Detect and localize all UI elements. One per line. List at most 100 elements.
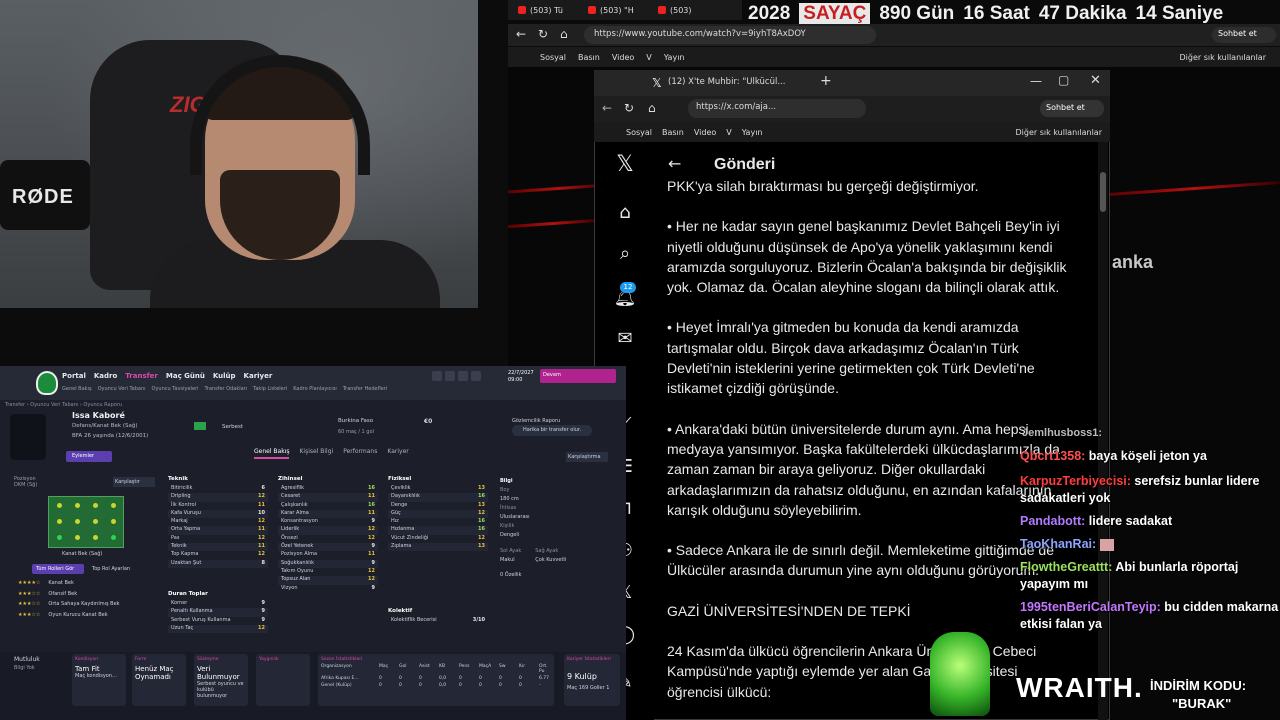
home-icon[interactable]: ⌂ (560, 27, 568, 41)
role-row[interactable]: ★★★☆☆ Oyun Kurucu Kanat Bek (16, 610, 156, 621)
popularity-card[interactable]: Yaygınlık (256, 654, 310, 706)
role-row[interactable]: ★★★☆☆ Orta Sahaya Kaydırılmış Bek (16, 599, 156, 610)
bookmark-item[interactable]: Basın (662, 128, 684, 137)
attr-value: 12 (368, 567, 375, 574)
card-sub: Maç kondisyon... (75, 673, 117, 679)
nav-kariyer[interactable]: Kariyer (244, 372, 273, 380)
bookmark-item[interactable]: Sosyal (540, 53, 566, 62)
attr-value: 12 (258, 624, 265, 631)
minimize-icon[interactable]: — (1030, 74, 1042, 88)
menu-icon[interactable] (445, 371, 455, 381)
back-arrow-icon[interactable]: ← (668, 154, 681, 173)
form-card[interactable]: Form Henüz Maç Oynamadı (132, 654, 186, 706)
help-icon[interactable] (471, 371, 481, 381)
role-row[interactable]: ★★★★☆ Kanat Bek (16, 578, 156, 589)
chat-button[interactable]: Sohbet et (1212, 27, 1276, 43)
subnav-item[interactable]: Kadro Planlayıcısı (293, 386, 337, 392)
happiness-title: Mutluluk (14, 656, 40, 663)
attr-row: Penaltı Kullanma 9 (168, 608, 268, 617)
messages-icon[interactable]: ✉ (612, 326, 638, 352)
pitch-position-dot (111, 535, 116, 540)
nav-mac-gunu[interactable]: Maç Günü (166, 372, 205, 380)
attr-row: Korner 9 (168, 600, 268, 608)
tab-performans[interactable]: Performans (343, 448, 377, 459)
tab-3[interactable]: (503) (658, 3, 692, 17)
card-value: Henüz Maç Oynamadı (135, 665, 174, 681)
contract-card[interactable]: Sözleşme Veri Bulunmuyor Serbest oyuncu ve… (194, 654, 248, 706)
x-address-input[interactable]: https://x.com/aja... (688, 99, 866, 118)
other-bookmarks[interactable]: Diğer sık kullanılanlar (1016, 128, 1103, 137)
subnav-item[interactable]: Takip Listeleri (253, 386, 287, 392)
maximize-icon[interactable]: ▢ (1058, 73, 1069, 87)
reload-icon[interactable]: ↻ (624, 101, 634, 115)
view-roles-button[interactable]: Tüm Rolleri Gör (32, 564, 84, 574)
player-portrait (10, 414, 46, 460)
stats-cell: Pens (459, 664, 470, 669)
tab-1[interactable]: (503) Tü (518, 3, 563, 17)
subnav-item[interactable]: Oyuncu Veri Tabanı (98, 386, 146, 392)
post-paragraph-gap (667, 196, 1092, 216)
x-home-logo-icon[interactable]: 𝕏 (612, 152, 638, 178)
transfer-value: €0 (424, 418, 433, 425)
tab-kisisel-bilgi[interactable]: Kişisel Bilgi (299, 448, 333, 459)
compare-button[interactable]: Karşılaştırma (566, 452, 608, 462)
tab-genel-bakis[interactable]: Genel Bakış (254, 448, 290, 459)
role-stars: ★★★☆☆ (18, 590, 41, 597)
bookmark-item[interactable]: Basın (578, 53, 600, 62)
pitch-position-dot (57, 503, 62, 508)
attr-value: 16 (368, 485, 375, 491)
subnav-item[interactable]: Transfer Hedefleri (343, 386, 387, 392)
settings-icon[interactable] (458, 371, 468, 381)
subnav-item[interactable]: Transfer Odakları (204, 386, 247, 392)
nav-portal[interactable]: Portal (62, 372, 86, 380)
attr-name: Çalışkanlık (281, 501, 308, 508)
other-bookmarks[interactable]: Diğer sık kullanılanlar (1180, 53, 1267, 62)
actions-button[interactable]: Eylemler (66, 451, 112, 462)
tab-kariyer[interactable]: Kariyer (387, 448, 408, 459)
back-icon[interactable]: ← (602, 101, 612, 115)
browser-tab-strip: (503) Tü (503) "H (503) (508, 0, 748, 20)
bookmark-item[interactable]: Video (612, 53, 634, 62)
back-icon[interactable]: ← (516, 27, 526, 41)
role-row[interactable]: ★★★☆☆ Ofansif Bek (16, 589, 156, 600)
bookmark-item[interactable]: Sosyal (626, 128, 652, 137)
bookmark-item[interactable]: V (726, 128, 731, 137)
bookmark-item[interactable]: Video (694, 128, 716, 137)
search-icon[interactable] (432, 371, 442, 381)
x-chat-button[interactable]: Sohbet et (1040, 100, 1104, 117)
bookmark-item[interactable]: Yayın (664, 53, 685, 62)
subnav-item[interactable]: Oyuncu Tavsiyeleri (152, 386, 199, 392)
continue-button[interactable]: Devam (540, 369, 616, 383)
address-input[interactable]: https://www.youtube.com/watch?v=9iyhT8Ax… (584, 26, 876, 44)
tab-2[interactable]: (503) "H (588, 3, 634, 17)
new-tab-icon[interactable]: + (820, 73, 832, 89)
x-tab-title[interactable]: (12) X'te Muhbir: "Ülkücül... (668, 77, 808, 87)
subnav-item[interactable]: Genel Bakış (62, 386, 92, 392)
bookmark-item[interactable]: Yayın (742, 128, 763, 137)
club-crest-icon[interactable] (36, 371, 58, 395)
home-icon[interactable]: ⌂ (612, 200, 638, 226)
nav-transfer[interactable]: Transfer (125, 372, 158, 380)
role-list: ★★★★☆ Kanat Bek ★★★☆☆ Ofansif Bek ★★★☆☆ Ort… (16, 578, 156, 620)
scrollbar-thumb[interactable] (1100, 172, 1106, 212)
home-icon[interactable]: ⌂ (648, 101, 656, 115)
attr-name: Hız (391, 518, 399, 525)
nav-kadro[interactable]: Kadro (94, 372, 117, 380)
condition-card[interactable]: Kondisyon Tam Fit Maç kondisyon... (72, 654, 126, 706)
stats-cell: 0 (399, 683, 402, 688)
pitch-position-dot (111, 503, 116, 508)
compare-position-button[interactable]: Karşılaştır (113, 477, 155, 487)
close-icon[interactable]: ✕ (1090, 73, 1101, 88)
tab-label: (503) Tü (530, 5, 563, 15)
football-manager-window: Portal Kadro Transfer Maç Günü Kulüp Kar… (0, 366, 626, 720)
attr-value: 11 (258, 543, 265, 550)
search-icon[interactable]: ⌕ (612, 241, 638, 267)
nav-kulup[interactable]: Kulüp (213, 372, 236, 380)
reload-icon[interactable]: ↻ (538, 27, 548, 41)
chat-username: 1995tenBeriCalanTeyip: (1020, 600, 1161, 614)
role-settings-button[interactable]: Top Rol Ayarları (92, 566, 130, 572)
attr-value: 16 (368, 501, 375, 508)
attr-group-title: Kolektif (388, 608, 413, 614)
card-title: Yaygınlık (259, 657, 279, 662)
bookmark-item[interactable]: V (646, 53, 651, 62)
